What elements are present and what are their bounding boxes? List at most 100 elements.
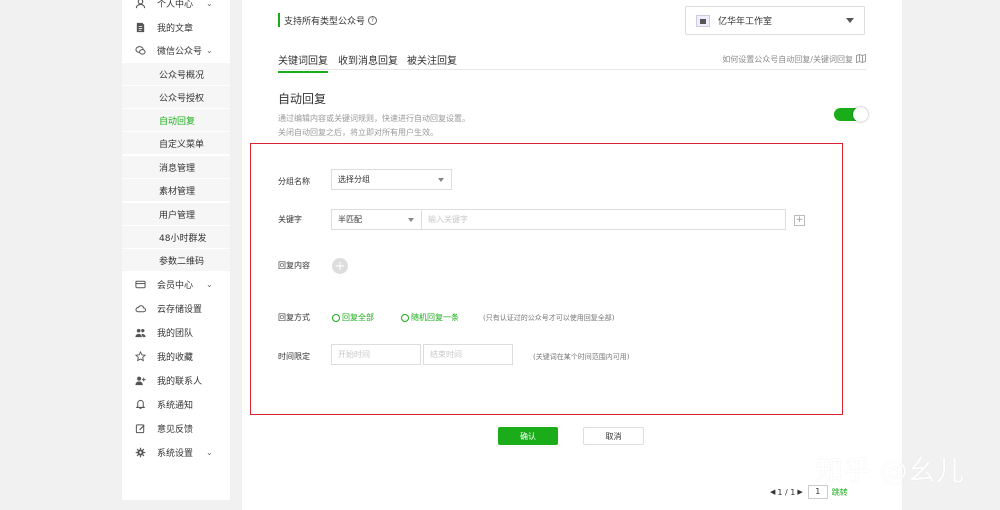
match-type-select[interactable]: 半匹配	[331, 209, 422, 230]
chevron-down-icon: ⌄	[206, 279, 213, 289]
sidebar-item-wechat[interactable]: 微信公众号 ⌄	[122, 39, 230, 61]
submenu-item-label: 素材管理	[159, 186, 196, 197]
chevron-down-icon: ⌄	[206, 447, 213, 457]
cancel-button[interactable]: 取消	[583, 427, 644, 445]
radio-circle-icon	[401, 313, 409, 322]
document-icon	[134, 21, 146, 33]
sidebar-item-personal-center[interactable]: 个人中心 ⌄	[122, 0, 230, 14]
sidebar-item-label: 我的团队	[157, 328, 194, 339]
caret-down-icon	[408, 218, 414, 222]
sidebar-item-my-team[interactable]: 我的团队	[122, 321, 230, 343]
group-name-label: 分组名称	[278, 177, 310, 186]
submenu-item-label: 公众号授权	[159, 93, 205, 104]
add-user-icon	[134, 374, 146, 386]
user-icon	[134, 0, 146, 9]
submenu-item-label: 自动回复	[159, 116, 196, 127]
submenu-item-auto-reply[interactable]: 自动回复	[122, 109, 230, 131]
sidebar-item-membership[interactable]: 会员中心 ⌄	[122, 273, 230, 295]
tab-message-reply[interactable]: 收到消息回复	[338, 52, 398, 67]
gear-icon	[134, 446, 146, 458]
keyword-input[interactable]: 输入关键字	[421, 209, 786, 230]
account-name: 亿华年工作室	[718, 17, 773, 27]
sidebar-item-label: 云存储设置	[157, 304, 203, 315]
time-limit-hint: (关键词在某个时间范围内可用)	[533, 353, 630, 361]
radio-random-reply[interactable]: 随机回复一条	[401, 312, 459, 323]
sidebar-item-label: 我的收藏	[157, 352, 194, 363]
help-link-text: 如何设置公众号自动回复/关键词回复	[722, 55, 853, 64]
submenu-item-messages[interactable]: 消息管理	[122, 156, 230, 178]
group-select[interactable]: 选择分组	[331, 169, 452, 190]
sidebar-item-label: 系统设置	[157, 448, 194, 459]
sidebar-item-notifications[interactable]: 系统通知	[122, 393, 230, 415]
cloud-icon	[134, 302, 146, 314]
watermark: 知乎 @幺儿	[815, 454, 964, 487]
auto-reply-toggle[interactable]	[834, 107, 868, 122]
chevron-down-icon: ⌄	[206, 0, 213, 8]
help-link[interactable]: 如何设置公众号自动回复/关键词回复	[722, 53, 866, 65]
toggle-knob	[853, 107, 868, 122]
reply-tabs: 关键词回复 收到消息回复 被关注回复 如何设置公众号自动回复/关键词回复	[278, 48, 866, 73]
sidebar-item-my-articles[interactable]: 我的文章	[122, 16, 230, 38]
sidebar: 个人中心 ⌄ 我的文章 微信公众号 ⌄ 公众号概况 公众号授权 自动回复 自定义…	[122, 0, 230, 500]
submenu-item-qrcode[interactable]: 参数二维码	[122, 249, 230, 271]
submenu-item-label: 公众号概况	[159, 70, 205, 81]
sidebar-item-label: 我的联系人	[157, 376, 203, 387]
caret-down-icon	[438, 178, 444, 182]
keyword-placeholder: 输入关键字	[428, 215, 468, 224]
sidebar-item-favorites[interactable]: 我的收藏	[122, 345, 230, 367]
tab-follow-reply[interactable]: 被关注回复	[407, 52, 457, 67]
submenu-item-label: 用户管理	[159, 210, 196, 221]
tab-keyword-reply[interactable]: 关键词回复	[278, 52, 328, 73]
confirm-button[interactable]: 确认	[498, 427, 558, 445]
section-title: 自动回复	[278, 92, 327, 106]
reply-mode-label: 回复方式	[278, 313, 310, 322]
submenu-item-label: 消息管理	[159, 163, 196, 174]
start-time-input[interactable]: 开始时间	[331, 344, 421, 365]
sidebar-item-label: 个人中心	[157, 0, 194, 10]
add-reply-content-button[interactable]: +	[332, 258, 348, 274]
section-description-secondary: 关闭自动回复之后，将立即对所有用户生效。	[278, 128, 438, 137]
time-limit-label: 时间限定	[278, 352, 310, 361]
submenu-item-label: 自定义菜单	[159, 139, 205, 150]
keyword-rule-form: 分组名称 选择分组 关键字 半匹配 输入关键字 + 回复内容 + 回复方式 回复…	[250, 143, 843, 415]
sidebar-item-feedback[interactable]: 意见反馈	[122, 417, 230, 439]
end-time-placeholder: 结束时间	[430, 350, 462, 359]
radio-label: 回复全部	[342, 313, 374, 322]
radio-reply-all[interactable]: 回复全部	[332, 312, 374, 323]
support-notice: 支持所有类型公众号 ?	[278, 13, 378, 27]
question-icon[interactable]: ?	[368, 15, 378, 25]
submenu-item-broadcast[interactable]: 48小时群发	[122, 226, 230, 248]
wechat-icon	[134, 44, 146, 56]
sidebar-item-label: 微信公众号	[157, 46, 203, 57]
account-selector[interactable]: 亿华年工作室	[685, 6, 865, 35]
submenu-item-authorize[interactable]: 公众号授权	[122, 86, 230, 108]
map-icon	[856, 53, 866, 65]
main-panel: 支持所有类型公众号 ? 亿华年工作室 关键词回复 收到消息回复 被关注回复 如何…	[242, 0, 902, 510]
reply-content-label: 回复内容	[278, 261, 310, 270]
sidebar-item-cloud-storage[interactable]: 云存储设置	[122, 297, 230, 319]
end-time-input[interactable]: 结束时间	[423, 344, 513, 365]
sidebar-item-label: 系统通知	[157, 400, 194, 411]
submenu-item-custom-menu[interactable]: 自定义菜单	[122, 132, 230, 154]
reply-mode-hint: (只有认证过的公众号才可以使用回复全部)	[483, 314, 615, 322]
chevron-down-icon: ⌄	[206, 45, 213, 55]
submenu-item-label: 48小时群发	[159, 233, 207, 244]
sidebar-item-label: 会员中心	[157, 280, 194, 291]
prev-page-icon[interactable]: ◀	[770, 488, 775, 496]
next-page-icon[interactable]: ▶	[797, 488, 802, 496]
edit-icon	[134, 422, 146, 434]
start-time-placeholder: 开始时间	[338, 350, 370, 359]
star-icon	[134, 350, 146, 362]
submenu-item-label: 参数二维码	[159, 256, 205, 267]
sidebar-item-settings[interactable]: 系统设置 ⌄	[122, 441, 230, 463]
keyword-label: 关键字	[278, 215, 302, 224]
sidebar-item-contacts[interactable]: 我的联系人	[122, 369, 230, 391]
submenu-item-materials[interactable]: 素材管理	[122, 179, 230, 201]
radio-label: 随机回复一条	[411, 313, 459, 322]
add-keyword-button[interactable]: +	[794, 215, 805, 226]
sidebar-item-label: 意见反馈	[157, 424, 194, 435]
bell-icon	[134, 398, 146, 410]
submenu-item-overview[interactable]: 公众号概况	[122, 63, 230, 85]
caret-down-icon	[846, 18, 854, 23]
submenu-item-users[interactable]: 用户管理	[122, 203, 230, 225]
